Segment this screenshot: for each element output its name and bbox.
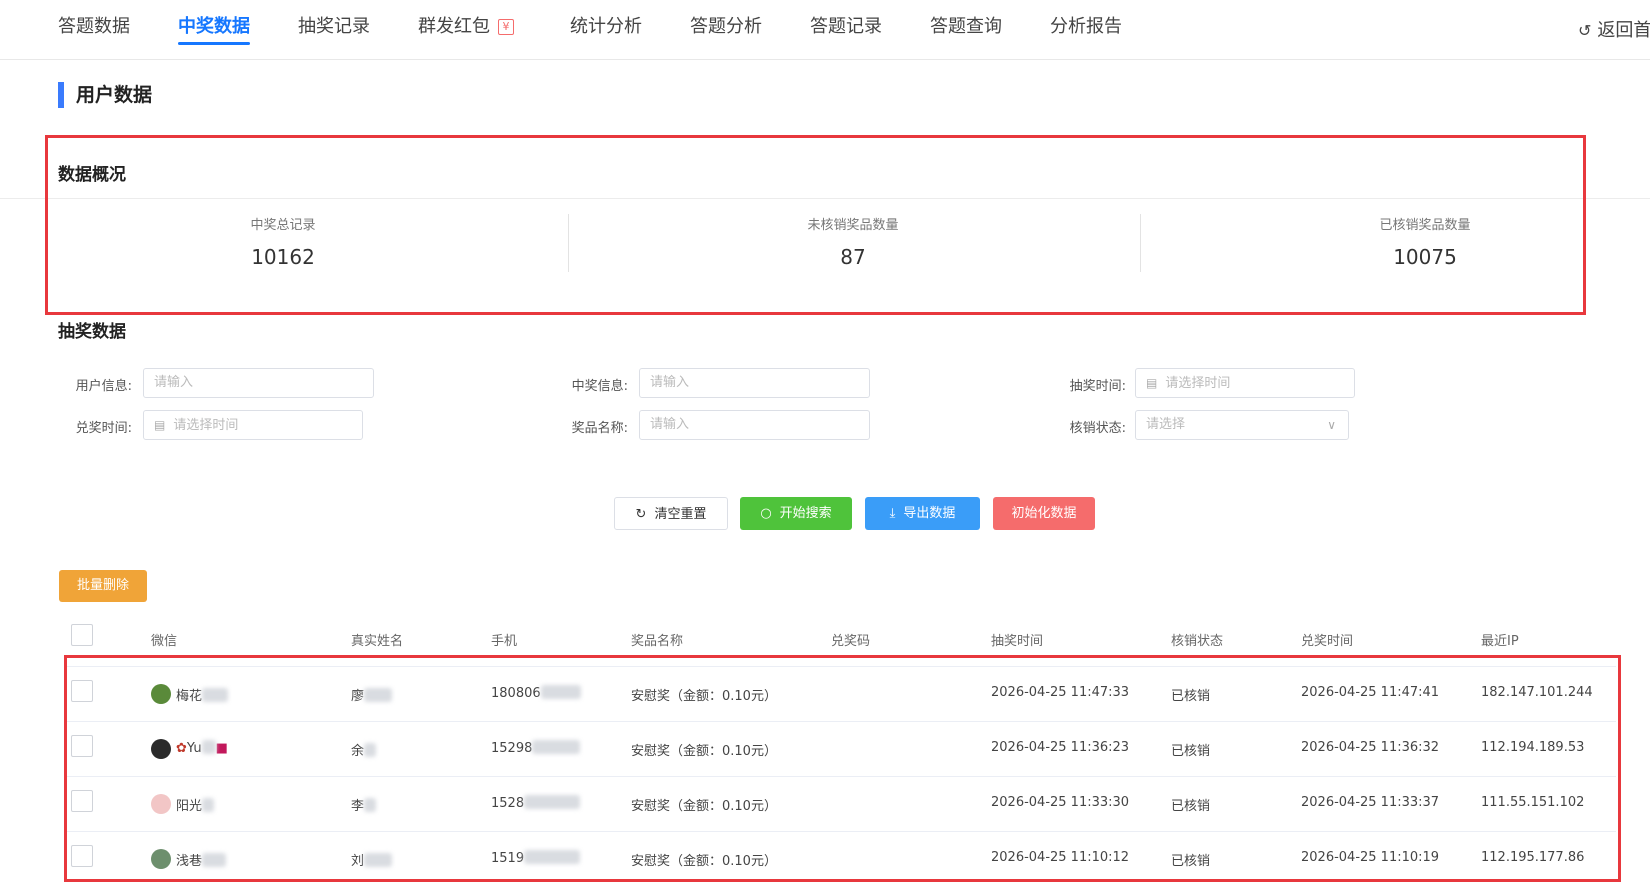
col-header-real-name: 真实姓名 — [351, 634, 404, 649]
tab-analysis-report[interactable]: 分析报告 — [1050, 12, 1122, 38]
tab-mass-red-packet[interactable]: 群发红包 ¥ — [418, 12, 514, 38]
export-button-label: 导出数据 — [903, 506, 956, 521]
prize-name-input[interactable]: 请输入 — [639, 410, 870, 440]
tab-lottery-records[interactable]: 抽奖记录 — [298, 12, 370, 38]
prize-name-placeholder: 请输入 — [650, 417, 690, 432]
refresh-icon: ↻ — [635, 507, 647, 522]
page-title: 用户数据 — [58, 82, 152, 108]
col-header-prize-name: 奖品名称 — [631, 634, 684, 649]
col-header-redeem-time: 兑奖时间 — [1301, 634, 1354, 649]
draw-time-placeholder: 请选择时间 — [1165, 376, 1231, 391]
top-nav: 答题数据 中奖数据 抽奖记录 群发红包 ¥ 统计分析 答题分析 答题记录 答题查询… — [0, 0, 1650, 60]
select-all-checkbox[interactable] — [71, 624, 93, 646]
search-icon: ○ — [760, 506, 772, 521]
prize-info-label: 中奖信息: — [571, 379, 628, 394]
tab-answer-query[interactable]: 答题查询 — [930, 12, 1002, 38]
draw-time-picker[interactable]: ▤ 请选择时间 — [1135, 368, 1355, 398]
verify-status-select[interactable]: 请选择 ∨ — [1135, 410, 1349, 440]
user-info-input[interactable]: 请输入 — [143, 368, 374, 398]
search-button[interactable]: ○ 开始搜索 — [740, 497, 852, 530]
undo-icon: ↺ — [1578, 21, 1592, 40]
download-icon: ⤓ — [889, 506, 896, 521]
tab-answer-records[interactable]: 答题记录 — [810, 12, 882, 38]
verify-status-label: 核销状态: — [1069, 421, 1126, 436]
highlight-box-overview — [45, 135, 1586, 315]
tab-prize-data[interactable]: 中奖数据 — [178, 12, 250, 45]
back-home-link[interactable]: ↺ 返回首 — [1578, 16, 1650, 42]
draw-time-label: 抽奖时间: — [1069, 379, 1126, 394]
back-home-label: 返回首 — [1597, 20, 1650, 41]
init-data-button[interactable]: 初始化数据 — [993, 497, 1095, 530]
redeem-time-label: 兑奖时间: — [75, 421, 132, 436]
calendar-icon: ▤ — [154, 418, 166, 432]
col-header-recent-ip: 最近IP — [1481, 634, 1519, 649]
reset-button[interactable]: ↻ 清空重置 — [614, 497, 728, 530]
col-header-verify-status: 核销状态 — [1171, 634, 1224, 649]
highlight-box-table — [64, 655, 1621, 882]
prize-info-input[interactable]: 请输入 — [639, 368, 870, 398]
col-header-draw-time: 抽奖时间 — [991, 634, 1044, 649]
prize-name-label: 奖品名称: — [571, 421, 628, 436]
reset-button-label: 清空重置 — [654, 507, 707, 522]
batch-delete-button[interactable]: 批量删除 — [59, 570, 147, 602]
tab-answer-data[interactable]: 答题数据 — [58, 12, 130, 38]
col-header-phone: 手机 — [491, 634, 518, 649]
chevron-down-icon: ∨ — [1327, 418, 1336, 432]
redeem-time-picker[interactable]: ▤ 请选择时间 — [143, 410, 363, 440]
user-info-label: 用户信息: — [75, 379, 132, 394]
red-packet-icon: ¥ — [498, 19, 514, 35]
col-header-redeem-code: 兑奖码 — [831, 634, 871, 649]
redeem-time-placeholder: 请选择时间 — [173, 418, 239, 433]
tab-answer-analysis[interactable]: 答题分析 — [690, 12, 762, 38]
verify-status-placeholder: 请选择 — [1146, 417, 1186, 432]
tab-mass-red-packet-label: 群发红包 — [418, 16, 490, 37]
calendar-icon: ▤ — [1146, 376, 1158, 390]
export-button[interactable]: ⤓ 导出数据 — [865, 497, 980, 530]
user-info-placeholder: 请输入 — [154, 375, 194, 390]
tab-statistics[interactable]: 统计分析 — [570, 12, 642, 38]
search-button-label: 开始搜索 — [779, 506, 832, 521]
lottery-title: 抽奖数据 — [58, 322, 126, 342]
prize-info-placeholder: 请输入 — [650, 375, 690, 390]
col-header-wechat: 微信 — [151, 634, 178, 649]
